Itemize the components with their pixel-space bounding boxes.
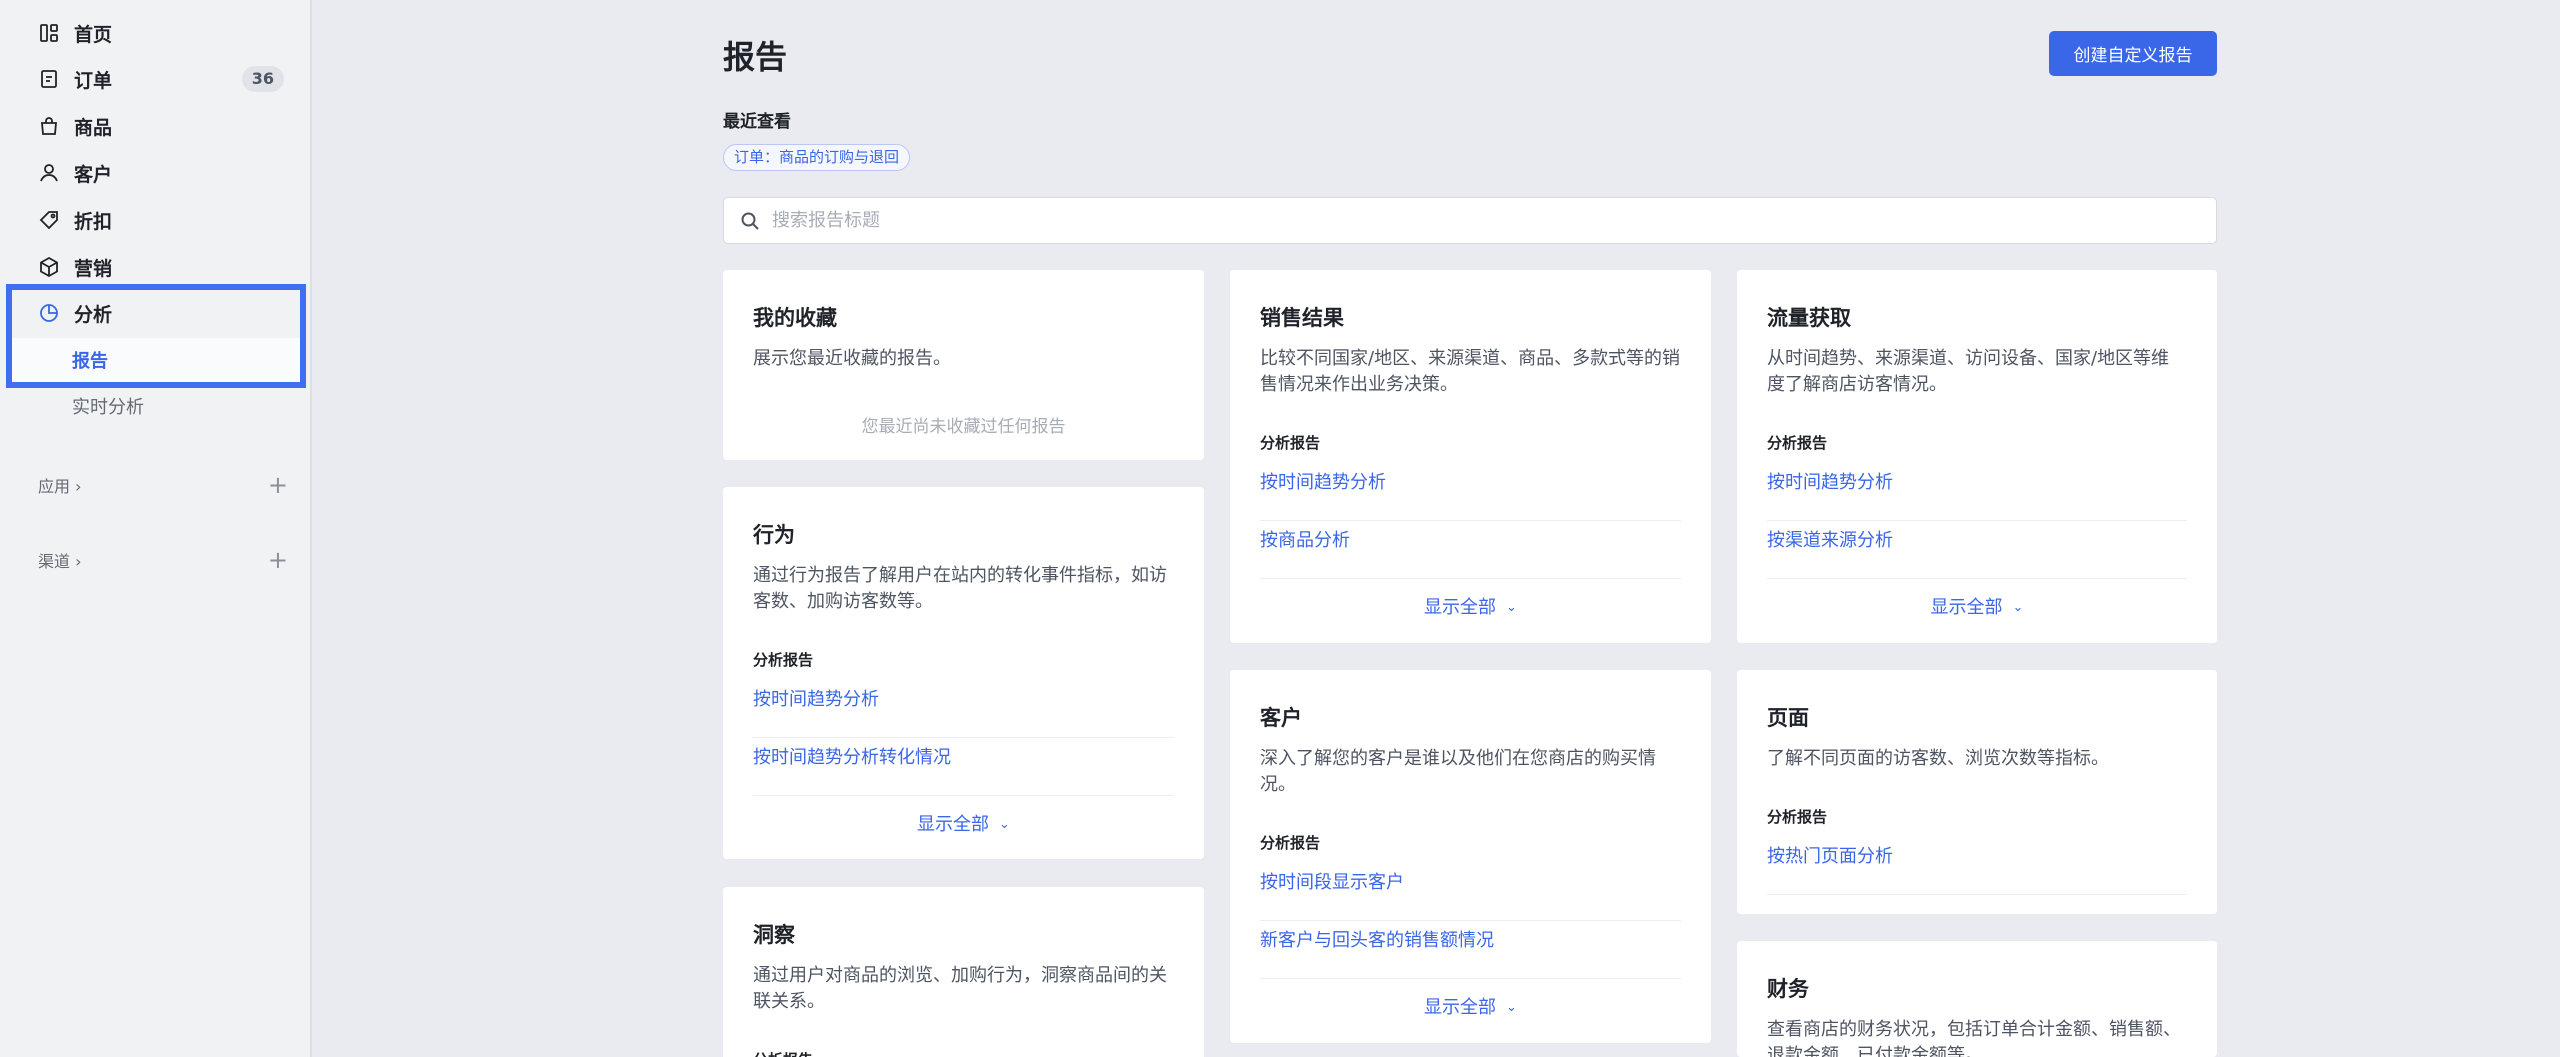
- section-label: 分析报告: [753, 1049, 1174, 1057]
- sidebar-item-customers[interactable]: 客户: [0, 151, 312, 195]
- app: 首页 订单 36 商品 客户 折扣 营销 分析 报告 实时分析 应用 › + 渠…: [0, 0, 2560, 1057]
- section-label: 分析报告: [1260, 834, 1321, 852]
- card-title: 流量获取: [1767, 306, 1851, 330]
- card-title: 行为: [753, 523, 795, 547]
- report-link[interactable]: 新客户与回头客的销售额情况: [1260, 921, 1681, 979]
- report-link[interactable]: 按时间段显示客户: [1260, 863, 1681, 921]
- section-label: 分析报告: [1260, 434, 1321, 452]
- card-title: 我的收藏: [753, 306, 837, 330]
- chevron-down-icon: ⌄: [999, 817, 1010, 832]
- sidebar-item-label: 分析: [74, 303, 113, 326]
- sidebar-subitem-realtime[interactable]: 实时分析: [10, 384, 302, 428]
- card-desc: 比较不同国家/地区、来源渠道、商品、多款式等的销售情况来作出业务决策。: [1260, 348, 1681, 395]
- create-custom-report-button[interactable]: 创建自定义报告: [2049, 31, 2217, 76]
- sidebar-item-label: 客户: [74, 163, 113, 186]
- show-all-label: 显示全部: [1424, 597, 1497, 618]
- report-link[interactable]: 按时间趋势分析: [753, 680, 1174, 738]
- card-traffic: 流量获取 从时间趋势、来源渠道、访问设备、国家/地区等维度了解商店访客情况。 分…: [1737, 270, 2217, 643]
- show-all-label: 显示全部: [917, 814, 990, 835]
- chevron-down-icon: ⌄: [2012, 600, 2024, 615]
- card-title: 财务: [1767, 977, 1809, 1001]
- sidebar-item-marketing[interactable]: 营销: [0, 245, 312, 289]
- recent-report-chip[interactable]: 订单：商品的订购与退回: [723, 144, 911, 171]
- empty-state: 您最近尚未收藏过任何报告: [861, 417, 1066, 437]
- analytics-icon: [38, 302, 60, 324]
- sidebar-group-channels[interactable]: 渠道 › +: [38, 545, 288, 575]
- show-all-link[interactable]: 显示全部 ⌄: [753, 810, 1174, 836]
- sidebar-item-label: 营销: [74, 257, 113, 280]
- search-box[interactable]: [723, 197, 2217, 244]
- card-sales: 销售结果 比较不同国家/地区、来源渠道、商品、多款式等的销售情况来作出业务决策。…: [1230, 270, 1711, 643]
- card-desc: 查看商店的财务状况，包括订单合计金额、销售额、退款金额、已付款金额等。: [1767, 1019, 2181, 1057]
- page-title: 报告: [723, 38, 788, 76]
- sidebar-item-analytics[interactable]: 分析: [0, 291, 312, 335]
- card-desc: 通过用户对商品的浏览、加购行为，洞察商品间的关联关系。: [753, 965, 1167, 1012]
- card-insight: 洞察 通过用户对商品的浏览、加购行为，洞察商品间的关联关系。 分析报告: [723, 887, 1204, 1057]
- search-input[interactable]: [772, 210, 2172, 231]
- sidebar-item-label: 首页: [74, 23, 113, 46]
- card-title: 页面: [1767, 706, 1809, 730]
- card-finance: 财务 查看商店的财务状况，包括订单合计金额、销售额、退款金额、已付款金额等。: [1737, 941, 2217, 1057]
- search-icon: [740, 211, 760, 231]
- show-all-link[interactable]: 显示全部 ⌄: [1767, 593, 2187, 619]
- customer-icon: [38, 162, 60, 184]
- report-link[interactable]: 按渠道来源分析: [1767, 521, 2187, 579]
- sidebar-item-home[interactable]: 首页: [0, 11, 312, 55]
- card-title: 销售结果: [1260, 306, 1344, 330]
- home-icon: [38, 22, 60, 44]
- group-label: 应用 ›: [38, 477, 82, 496]
- sidebar-item-orders[interactable]: 订单 36: [0, 57, 312, 101]
- sidebar-group-apps[interactable]: 应用 › +: [38, 470, 288, 500]
- sidebar-item-discounts[interactable]: 折扣: [0, 198, 312, 242]
- section-label: 分析报告: [753, 651, 814, 669]
- sidebar-item-label: 订单: [74, 69, 113, 92]
- card-desc: 通过行为报告了解用户在站内的转化事件指标，如访客数、加购访客数等。: [753, 565, 1167, 612]
- card-favorites: 我的收藏 展示您最近收藏的报告。 您最近尚未收藏过任何报告: [723, 270, 1204, 460]
- section-label: 分析报告: [1767, 434, 1828, 452]
- report-link[interactable]: 按时间趋势分析转化情况: [753, 738, 1174, 796]
- card-pages: 页面 了解不同页面的访客数、浏览次数等指标。 分析报告 按热门页面分析: [1737, 670, 2217, 914]
- recent-title: 最近查看: [723, 112, 791, 132]
- report-link[interactable]: 按商品分析: [1260, 521, 1681, 579]
- show-all-label: 显示全部: [1424, 997, 1497, 1018]
- chevron-down-icon: ⌄: [1506, 600, 1517, 615]
- sidebar-item-label: 商品: [74, 116, 113, 139]
- report-link[interactable]: 按时间趋势分析: [1767, 463, 2187, 521]
- card-title: 客户: [1260, 706, 1302, 730]
- sidebar-item-label: 折扣: [74, 210, 113, 233]
- plus-icon[interactable]: +: [268, 548, 288, 572]
- card-desc: 了解不同页面的访客数、浏览次数等指标。: [1767, 748, 2109, 769]
- marketing-icon: [38, 256, 60, 278]
- card-desc: 展示您最近收藏的报告。: [753, 348, 951, 369]
- card-desc: 从时间趋势、来源渠道、访问设备、国家/地区等维度了解商店访客情况。: [1767, 348, 2170, 395]
- sidebar-item-products[interactable]: 商品: [0, 104, 312, 148]
- chevron-down-icon: ⌄: [1506, 1000, 1517, 1015]
- group-label: 渠道 ›: [38, 552, 82, 571]
- order-count-badge: 36: [241, 66, 284, 92]
- card-customer: 客户 深入了解您的客户是谁以及他们在您商店的购买情况。 分析报告 按时间段显示客…: [1230, 670, 1711, 1043]
- sidebar: 首页 订单 36 商品 客户 折扣 营销 分析 报告 实时分析 应用 › + 渠…: [0, 0, 312, 1057]
- section-label: 分析报告: [1767, 808, 1828, 826]
- card-behavior: 行为 通过行为报告了解用户在站内的转化事件指标，如访客数、加购访客数等。 分析报…: [723, 487, 1204, 859]
- sidebar-subitem-reports[interactable]: 报告: [10, 338, 302, 382]
- show-all-link[interactable]: 显示全部 ⌄: [1260, 593, 1681, 619]
- show-all-label: 显示全部: [1930, 597, 2003, 618]
- card-desc: 深入了解您的客户是谁以及他们在您商店的购买情况。: [1260, 748, 1656, 795]
- report-link[interactable]: 按热门页面分析: [1767, 837, 2187, 895]
- product-icon: [38, 115, 60, 137]
- order-icon: [38, 68, 60, 90]
- card-title: 洞察: [753, 923, 795, 947]
- discount-icon: [38, 209, 60, 231]
- report-link[interactable]: 按时间趋势分析: [1260, 463, 1681, 521]
- show-all-link[interactable]: 显示全部 ⌄: [1260, 993, 1681, 1019]
- plus-icon[interactable]: +: [268, 473, 288, 497]
